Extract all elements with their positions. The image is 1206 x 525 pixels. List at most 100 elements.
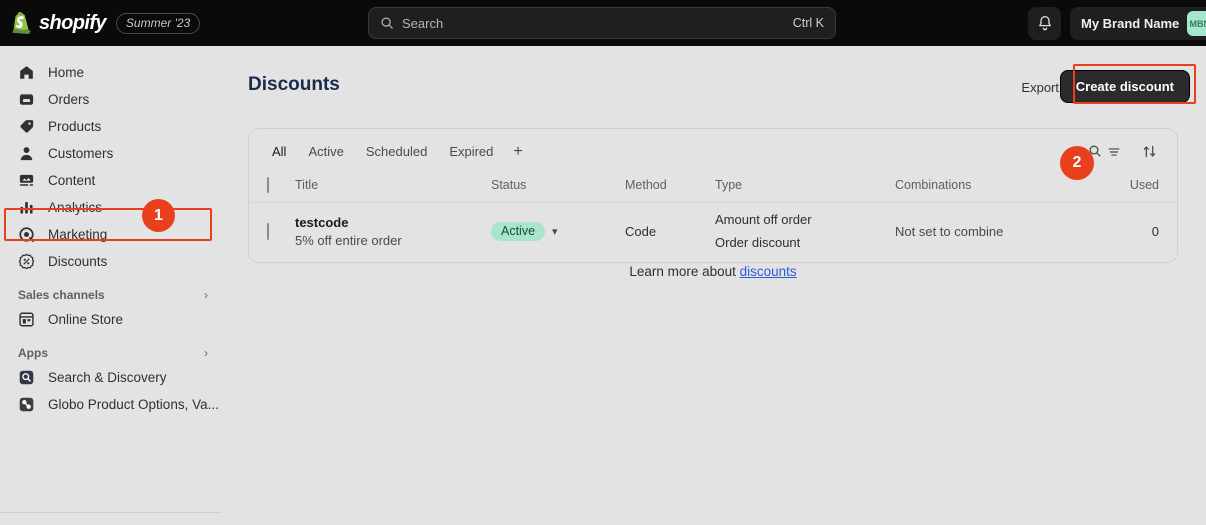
discounts-table: Title Status Method Type Combinations Us… (249, 174, 1177, 262)
sidebar-item-label: Customers (48, 146, 114, 161)
discounts-help-link[interactable]: discounts (740, 264, 797, 279)
type-secondary: Order discount (715, 235, 801, 250)
shopify-logo[interactable]: shopify (11, 11, 107, 35)
row-select-cell (249, 202, 295, 262)
globo-app-icon (19, 397, 34, 412)
type-primary: Amount off order (715, 212, 812, 227)
page-title: Discounts (248, 74, 340, 95)
search-shortcut: Ctrl K (792, 16, 824, 30)
sort-arrows-icon (1143, 145, 1156, 158)
chevron-right-icon: › (204, 346, 208, 360)
sort-button[interactable] (1134, 139, 1165, 164)
select-all-header (249, 174, 295, 203)
user-menu-button[interactable]: My Brand Name MBN (1070, 7, 1206, 40)
export-button[interactable]: Export (1021, 80, 1059, 95)
sidebar-item-label: Search & Discovery (48, 370, 167, 385)
main-content: Discounts Export Create discount 2 All A… (222, 46, 1206, 525)
row-status-cell: Active ▾ (491, 202, 625, 262)
discounts-percent-icon (18, 253, 35, 270)
analytics-bars-icon (20, 202, 33, 214)
top-bar: shopify Summer '23 Search Ctrl K My Bran… (0, 0, 1206, 46)
row-checkbox[interactable] (267, 222, 269, 240)
sidebar-group-apps[interactable]: Apps › (18, 346, 208, 360)
header-combinations: Combinations (895, 178, 972, 192)
tabs-row: All Active Scheduled Expired + (249, 129, 1177, 174)
sidebar-item-customers[interactable]: Customers (8, 140, 214, 167)
row-type-cell: Amount off order Order discount (715, 202, 895, 262)
row-combinations-cell: Not set to combine (895, 202, 1099, 262)
header-method: Method (625, 178, 667, 192)
header-status: Status (491, 178, 527, 192)
sales-channels-label: Sales channels (18, 288, 105, 302)
add-view-button[interactable]: + (504, 141, 531, 163)
table-row[interactable]: testcode 5% off entire order Active ▾ Co… (249, 202, 1177, 262)
sidebar-item-label: Globo Product Options, Va... (48, 397, 219, 412)
products-tag-icon (20, 120, 34, 133)
table-header: Title Status Method Type Combinations Us… (249, 174, 1177, 203)
search-placeholder: Search (402, 15, 444, 31)
notifications-button[interactable] (1028, 7, 1061, 40)
discount-code: testcode (295, 214, 349, 230)
tab-active[interactable]: Active (297, 139, 354, 164)
sidebar-bottom-divider (0, 512, 222, 513)
select-all-checkbox[interactable] (267, 177, 269, 193)
header-type: Type (715, 178, 743, 192)
sidebar-item-label: Online Store (48, 312, 124, 327)
learn-more-label: Learn more about (629, 264, 740, 279)
sidebar-item-online-store[interactable]: Online Store (8, 306, 214, 333)
discounts-card: All Active Scheduled Expired + Title Sta… (248, 128, 1178, 263)
sidebar-item-home[interactable]: Home (8, 59, 214, 86)
sidebar-item-discounts[interactable]: Discounts (8, 248, 214, 275)
header-title: Title (295, 178, 319, 192)
tab-all[interactable]: All (261, 139, 297, 164)
apps-label: Apps (18, 346, 48, 360)
table-body: testcode 5% off entire order Active ▾ Co… (249, 202, 1177, 262)
orders-inbox-icon (19, 94, 34, 105)
marketing-target-icon (19, 227, 34, 242)
shopify-bag-icon (12, 12, 31, 34)
tab-scheduled[interactable]: Scheduled (355, 139, 438, 164)
avatar: MBN (1187, 11, 1206, 36)
row-used-cell: 0 (1099, 202, 1177, 262)
customers-person-icon (20, 147, 33, 161)
sidebar-item-globo-product-options[interactable]: Globo Product Options, Va... (8, 391, 219, 418)
sidebar-item-label: Products (48, 119, 102, 134)
status-group: Active ▾ (491, 221, 625, 241)
sidebar-item-search-and-discovery[interactable]: Search & Discovery (8, 364, 214, 391)
bell-icon (1038, 15, 1051, 31)
learn-more-text: Learn more about discounts (248, 264, 1178, 279)
row-title-cell: testcode 5% off entire order (295, 202, 491, 262)
search-icon (381, 17, 393, 29)
sidebar-item-marketing[interactable]: Marketing (8, 221, 214, 248)
sidebar-item-label: Marketing (48, 227, 108, 242)
sidebar-item-label: Discounts (48, 254, 108, 269)
table-header-row: Title Status Method Type Combinations Us… (249, 174, 1177, 203)
filter-lines-icon (1108, 147, 1120, 156)
annotation-step-2-badge: 2 (1060, 146, 1094, 180)
global-search-input[interactable]: Search Ctrl K (368, 7, 836, 39)
sidebar-item-content[interactable]: Content (8, 167, 214, 194)
content-icon (19, 174, 34, 186)
sidebar-item-analytics[interactable]: Analytics (8, 194, 214, 221)
annotation-step-1-badge: 1 (142, 199, 175, 232)
search-discovery-app-icon (19, 370, 34, 385)
header-used: Used (1129, 178, 1159, 192)
shopify-logo-text: shopify (39, 11, 107, 34)
sidebar-item-products[interactable]: Products (8, 113, 214, 140)
sidebar: Home Orders Products Customers Content A… (0, 46, 222, 525)
sidebar-item-label: Analytics (48, 200, 103, 215)
discount-description: 5% off entire order (295, 232, 402, 248)
chevron-down-icon[interactable]: ▾ (552, 225, 558, 238)
sidebar-item-label: Orders (48, 92, 90, 107)
tab-expired[interactable]: Expired (438, 139, 504, 164)
sidebar-item-orders[interactable]: Orders (8, 86, 214, 113)
sidebar-group-sales-channels[interactable]: Sales channels › (18, 288, 208, 302)
season-badge: Summer '23 (115, 12, 201, 34)
status-badge: Active (491, 221, 546, 241)
user-name: My Brand Name (1081, 16, 1180, 31)
chevron-right-icon: › (204, 288, 208, 302)
sidebar-item-label: Content (48, 173, 96, 188)
online-store-icon (19, 312, 34, 327)
row-method-cell: Code (625, 202, 715, 262)
create-discount-button[interactable]: Create discount (1059, 70, 1190, 103)
